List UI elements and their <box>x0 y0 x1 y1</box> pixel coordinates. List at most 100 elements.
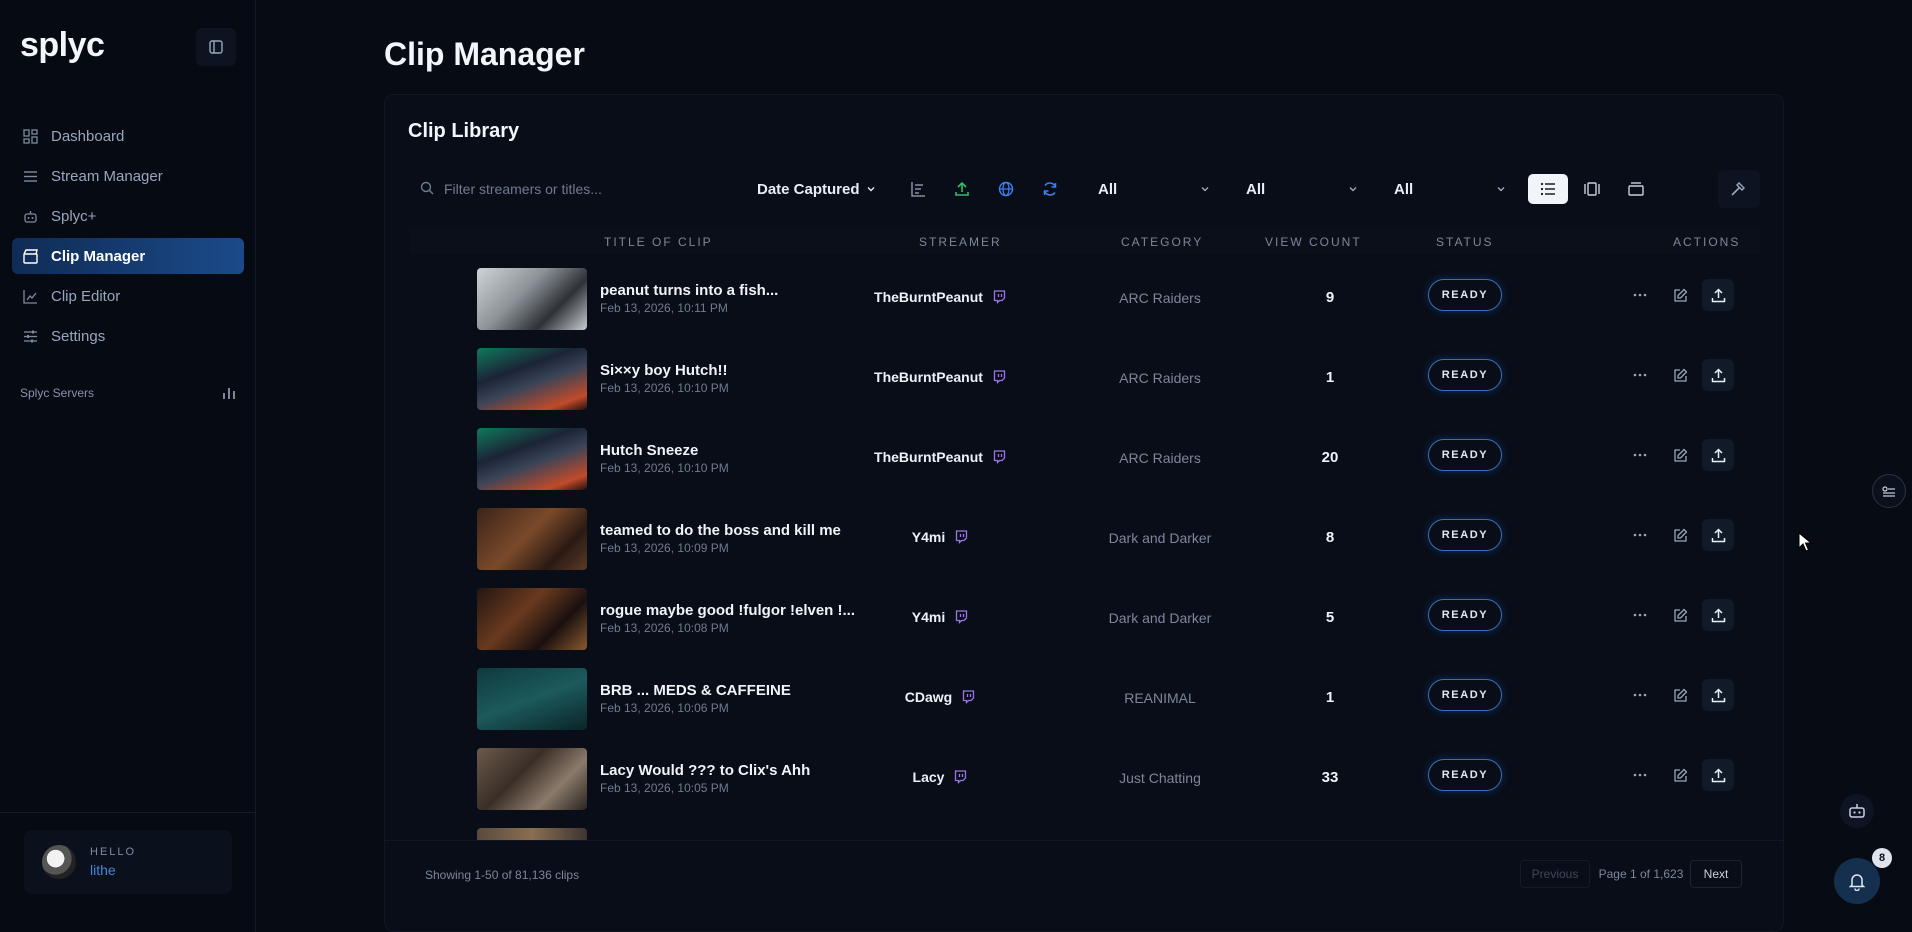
notifications-button[interactable] <box>1834 858 1880 904</box>
streamer-cell[interactable]: Y4mi <box>860 609 1020 625</box>
upload-filter-button[interactable] <box>949 176 975 202</box>
upload-clip-button[interactable] <box>1702 279 1734 311</box>
bar-chart-icon <box>223 388 235 399</box>
previous-page-button[interactable]: Previous <box>1520 860 1590 888</box>
more-options-button[interactable] <box>1628 363 1652 387</box>
servers-label: Splyc Servers <box>20 386 95 400</box>
streamer-cell[interactable]: Lacy <box>860 769 1020 785</box>
tools-button[interactable] <box>1718 170 1760 208</box>
upload-clip-button[interactable] <box>1702 439 1734 471</box>
sidebar-item-splyc-plus[interactable]: Splyc+ <box>12 198 244 234</box>
view-count: 8 <box>1325 529 1335 546</box>
view-count: 1 <box>1325 689 1335 706</box>
more-options-button[interactable] <box>1628 443 1652 467</box>
clip-thumbnail[interactable] <box>477 268 587 330</box>
edit-clip-button[interactable] <box>1668 363 1692 387</box>
upload-icon <box>1711 607 1725 622</box>
list-view-button[interactable] <box>1528 174 1568 204</box>
table-row[interactable]: BRB ... MEDS & CAFFEINE Feb 13, 2026, 10:… <box>410 657 1760 737</box>
clip-thumbnail[interactable] <box>477 428 587 490</box>
filter-dropdown-2[interactable]: All <box>1246 176 1358 202</box>
clip-title[interactable]: BRB ... MEDS & CAFFEINE <box>600 682 791 699</box>
upload-clip-button[interactable] <box>1702 519 1734 551</box>
edit-clip-button[interactable] <box>1668 283 1692 307</box>
more-options-button[interactable] <box>1628 683 1652 707</box>
refresh-button[interactable] <box>1037 176 1063 202</box>
streamer-cell[interactable]: TheBurntPeanut <box>860 289 1020 305</box>
edit-clip-button[interactable] <box>1668 683 1692 707</box>
clip-thumbnail[interactable] <box>477 508 587 570</box>
side-panel-toggle[interactable] <box>1872 474 1906 508</box>
assistant-button[interactable] <box>1840 794 1874 828</box>
column-status[interactable]: STATUS <box>1436 235 1494 249</box>
chevron-down-icon <box>1349 187 1357 192</box>
upload-clip-button[interactable] <box>1702 359 1734 391</box>
upload-clip-button[interactable] <box>1702 679 1734 711</box>
column-streamer[interactable]: STREAMER <box>919 235 1002 249</box>
more-options-button[interactable] <box>1628 603 1652 627</box>
table-bottom-divider <box>384 840 1784 841</box>
sidebar-item-label: Splyc+ <box>51 207 97 225</box>
search-input[interactable]: Filter streamers or titles... <box>420 178 720 200</box>
table-row[interactable]: Lacy Would ??? to Clix's Ahh Feb 13, 2026… <box>410 737 1760 817</box>
clip-title[interactable]: Hutch Sneeze <box>600 442 698 459</box>
clip-title[interactable]: rogue maybe good !fulgor !elven !... <box>600 602 855 619</box>
globe-filter-button[interactable] <box>993 176 1019 202</box>
edit-clip-button[interactable] <box>1668 763 1692 787</box>
table-row[interactable]: Si××y boy Hutch!! Feb 13, 2026, 10:10 PM T… <box>410 337 1760 417</box>
user-card[interactable]: HELLO lithe <box>24 830 232 894</box>
sidebar-item-clip-editor[interactable]: Clip Editor <box>12 278 244 314</box>
clip-title[interactable]: Lacy Would ??? to Clix's Ahh <box>600 762 810 779</box>
category-cell: Just Chatting <box>1119 770 1201 786</box>
edit-clip-button[interactable] <box>1668 603 1692 627</box>
table-row[interactable]: teamed to do the boss and kill me Feb 13,… <box>410 497 1760 577</box>
sidebar-item-settings[interactable]: Settings <box>12 318 244 354</box>
collapse-sidebar-button[interactable] <box>196 28 236 66</box>
splyc-servers[interactable]: Splyc Servers <box>20 386 236 400</box>
column-category[interactable]: CATEGORY <box>1121 235 1203 249</box>
streamer-cell[interactable]: TheBurntPeanut <box>860 369 1020 385</box>
sidebar-item-label: Stream Manager <box>51 167 163 185</box>
carousel-view-button[interactable] <box>1572 174 1612 204</box>
more-options-button[interactable] <box>1628 523 1652 547</box>
clip-thumbnail[interactable] <box>477 668 587 730</box>
ellipsis-icon <box>1633 293 1647 297</box>
filter-dropdown-3[interactable]: All <box>1394 176 1506 202</box>
streamer-name: Y4mi <box>911 609 946 625</box>
sidebar-item-dashboard[interactable]: Dashboard <box>12 118 244 154</box>
column-view-count[interactable]: VIEW COUNT <box>1265 235 1362 249</box>
streamer-cell[interactable]: TheBurntPeanut <box>860 449 1020 465</box>
upload-clip-button[interactable] <box>1702 599 1734 631</box>
page-indicator: Page 1 of 1,623 <box>1598 867 1684 881</box>
column-title[interactable]: TITLE OF CLIP <box>604 235 713 249</box>
clip-date: Feb 13, 2026, 10:10 PM <box>600 381 729 395</box>
streamer-cell[interactable]: Y4mi <box>860 529 1020 545</box>
filter-dropdown-1[interactable]: All <box>1098 176 1210 202</box>
card-view-button[interactable] <box>1616 174 1656 204</box>
edit-clip-button[interactable] <box>1668 443 1692 467</box>
twitch-icon <box>956 530 968 544</box>
sidebar-item-stream-manager[interactable]: Stream Manager <box>12 158 244 194</box>
app-logo[interactable]: splyc <box>20 26 105 65</box>
clip-title[interactable]: Si××y boy Hutch!! <box>600 362 728 379</box>
table-row[interactable]: peanut turns into a fish... Feb 13, 2026,… <box>410 257 1760 337</box>
sort-order-button[interactable] <box>905 176 931 202</box>
streamer-name: Y4mi <box>911 529 946 545</box>
table-row[interactable]: Hutch Sneeze Feb 13, 2026, 10:10 PM TheBur… <box>410 417 1760 497</box>
clip-thumbnail[interactable] <box>477 348 587 410</box>
next-page-button[interactable]: Next <box>1690 860 1742 888</box>
clip-title[interactable]: teamed to do the boss and kill me <box>600 522 841 539</box>
streamer-cell[interactable]: CDawg <box>860 689 1020 705</box>
clip-title[interactable]: peanut turns into a fish... <box>600 282 778 299</box>
table-row[interactable]: rogue maybe good !fulgor !elven !... Feb … <box>410 577 1760 657</box>
more-options-button[interactable] <box>1628 283 1652 307</box>
sidebar-item-clip-manager[interactable]: Clip Manager <box>12 238 244 274</box>
upload-clip-button[interactable] <box>1702 759 1734 791</box>
chart-edit-icon <box>20 286 40 306</box>
sort-dropdown[interactable]: Date Captured <box>757 178 876 200</box>
clip-thumbnail[interactable] <box>477 748 587 810</box>
clip-thumbnail[interactable] <box>477 588 587 650</box>
more-options-button[interactable] <box>1628 763 1652 787</box>
edit-clip-button[interactable] <box>1668 523 1692 547</box>
clip-thumbnail[interactable] <box>477 828 587 840</box>
